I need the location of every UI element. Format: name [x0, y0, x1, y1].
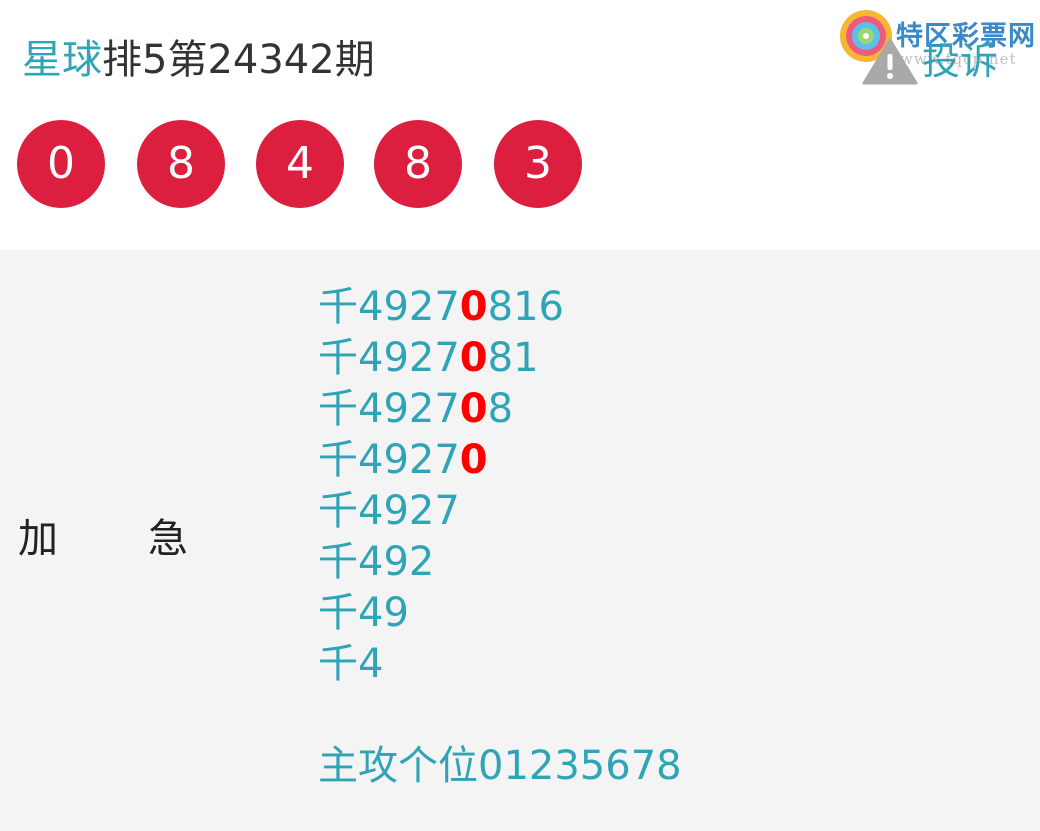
- pick-row: 千4927081: [318, 333, 564, 384]
- pick-list: 千49270816 千4927081 千492708 千49270 千4927 …: [318, 282, 564, 690]
- complain-label: 投诉: [922, 39, 999, 83]
- title-brand: 星球: [22, 37, 102, 83]
- pick-row: 千49270: [318, 435, 564, 486]
- draw-ball: 8: [374, 120, 462, 208]
- pick-highlight: 0: [459, 437, 488, 483]
- pick-suffix: 81: [487, 335, 539, 381]
- page-title: 星球排5第24342期: [22, 30, 375, 90]
- urgent-label-jia: 加: [18, 516, 58, 562]
- prediction-panel: 加 急 千49270816 千4927081 千492708 千49270 千4…: [0, 250, 1040, 831]
- pick-row: 千49: [318, 588, 564, 639]
- draw-ball: 3: [494, 120, 582, 208]
- pick-prefix: 千4927: [318, 335, 460, 381]
- pick-row: 千49270816: [318, 282, 564, 333]
- pick-row: 千492: [318, 537, 564, 588]
- pick-row: 千4: [318, 639, 564, 690]
- complain-button[interactable]: 投诉: [862, 36, 998, 86]
- pick-highlight: 0: [459, 335, 488, 381]
- pick-suffix: 816: [487, 284, 564, 330]
- pick-prefix: 千4: [318, 641, 384, 687]
- draw-ball: 4: [256, 120, 344, 208]
- draw-ball: 0: [17, 120, 105, 208]
- header: 星球排5第24342期 特区彩票网 www.tqcp.net 投诉 0 8 4 …: [0, 0, 1040, 250]
- pick-prefix: 千492: [318, 539, 435, 585]
- pick-suffix: 8: [487, 386, 514, 432]
- draw-result: 0 8 4 8 3: [0, 120, 1040, 208]
- pick-prefix: 千4927: [318, 488, 460, 534]
- pick-highlight: 0: [459, 386, 488, 432]
- pick-prefix: 千4927: [318, 284, 460, 330]
- pick-prefix: 千4927: [318, 437, 460, 483]
- pick-prefix: 千49: [318, 590, 409, 636]
- urgent-label-ji: 急: [148, 516, 188, 562]
- warning-triangle-icon: [862, 38, 918, 85]
- pick-prefix: 千4927: [318, 386, 460, 432]
- pick-row: 千4927: [318, 486, 564, 537]
- pick-highlight: 0: [459, 284, 488, 330]
- draw-ball: 8: [137, 120, 225, 208]
- main-attack-text: 主攻个位01235678: [318, 743, 682, 789]
- pick-row: 千492708: [318, 384, 564, 435]
- title-issue: 排5第24342期: [102, 37, 375, 83]
